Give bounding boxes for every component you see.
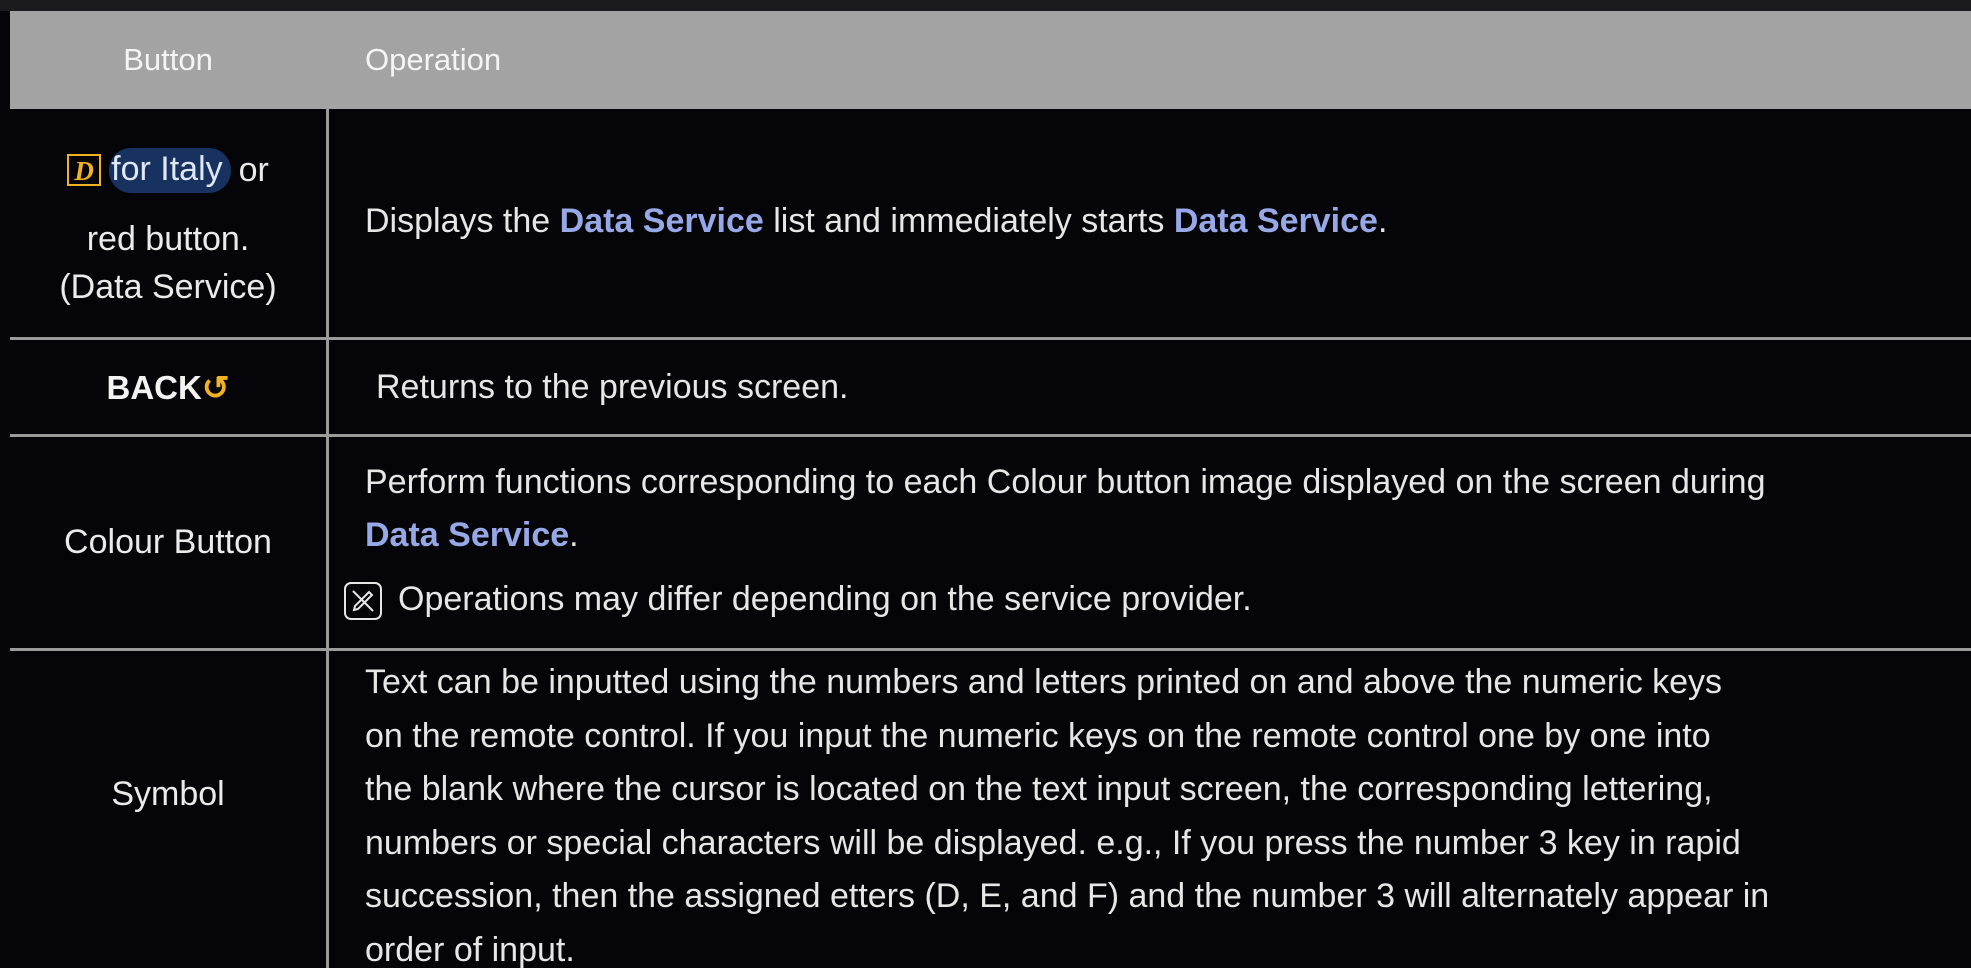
symbol-op-line: numbers or special characters will be di…: [365, 823, 1741, 862]
back-label: BACK↺: [107, 368, 230, 407]
data-service-highlight: Data Service: [559, 202, 764, 240]
colour-op-line-2: Data Service.: [365, 514, 1971, 557]
symbol-op-line: Text can be inputted using the numbers a…: [365, 663, 1723, 701]
data-service-highlight: Data Service: [1173, 202, 1378, 240]
symbol-op-line: succession, then the assigned etters (D,…: [365, 877, 1770, 915]
operation-text: .: [1377, 202, 1388, 240]
symbol-op-line: the blank where the cursor is located on…: [365, 770, 1713, 808]
colour-button-label: Colour Button: [64, 523, 272, 561]
data-service-d-icon: D: [67, 154, 102, 186]
operation-text: list and immediately starts: [763, 202, 1174, 240]
top-bar: [0, 0, 1971, 11]
data-service-highlight: Data Service: [365, 515, 570, 554]
italy-pill: for Italy: [109, 147, 231, 193]
back-return-icon: ↺: [201, 368, 230, 406]
back-text: BACK: [106, 368, 202, 406]
header-button-label: Button: [123, 42, 213, 77]
table-row-data-service-button: Dfor Italy or red button. (Data Service): [10, 146, 326, 336]
or-text: or: [238, 150, 269, 189]
table-row-data-service-operation: Displays the Data Service list and immed…: [365, 200, 1971, 243]
note-icon: [344, 582, 382, 621]
operation-text: Displays the: [365, 202, 560, 240]
symbol-label: Symbol: [111, 775, 225, 813]
note-line: Operations may differ depending on the s…: [344, 578, 1950, 621]
table-header: Button Operation: [10, 11, 1971, 109]
button-line-3: (Data Service): [59, 268, 277, 306]
button-line-1: Dfor Italy or: [67, 146, 269, 194]
note-pencil-glyph: [352, 590, 374, 612]
note-text: Operations may differ depending on the s…: [398, 580, 1252, 618]
table-row-symbol-button: Symbol: [10, 651, 326, 968]
symbol-op-line: order of input.: [365, 930, 575, 968]
header-operation-label: Operation: [365, 42, 502, 77]
symbol-op-line: on the remote control. If you input the …: [365, 716, 1711, 755]
table-row-colour-button: Colour Button: [10, 437, 326, 648]
column-divider: [326, 109, 329, 968]
table-row-back-button: BACK↺: [10, 340, 326, 434]
button-line-2: red button.: [86, 220, 250, 258]
period: .: [569, 515, 579, 554]
table-row-back-operation: Returns to the previous screen.: [376, 368, 849, 406]
colour-op-line-1: Perform functions corresponding to each …: [365, 463, 1766, 501]
table-row-symbol-operation: Text can be inputted using the numbers a…: [365, 656, 1971, 968]
table-row-colour-operation: Perform functions corresponding to each …: [365, 461, 1971, 556]
